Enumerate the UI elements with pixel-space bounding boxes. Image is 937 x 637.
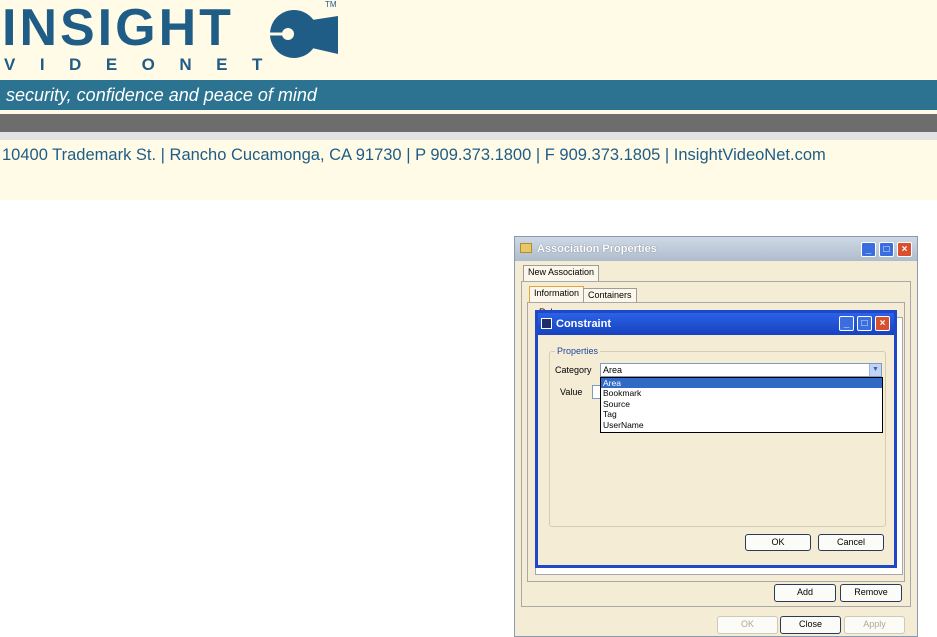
dropdown-option[interactable]: UserName — [601, 420, 882, 430]
contact-address: 10400 Trademark St. | Rancho Cucamonga, … — [2, 146, 826, 164]
tab-information[interactable]: Information — [529, 286, 585, 302]
window-titlebar[interactable]: Association Properties _ □ × — [515, 237, 917, 261]
cancel-button[interactable]: Cancel — [818, 534, 884, 551]
dialog-titlebar[interactable]: Constraint _ □ × — [538, 313, 894, 335]
divider-band-light — [0, 132, 937, 140]
app-icon — [541, 318, 552, 329]
logo-wordmark: INSIGHT — [2, 0, 234, 57]
category-dropdown-list: Area Bookmark Source Tag UserName — [600, 377, 883, 433]
add-button[interactable]: Add — [774, 584, 836, 602]
close-icon[interactable]: × — [897, 242, 912, 257]
divider-band — [0, 114, 937, 132]
category-label: Category — [555, 365, 592, 375]
tab-containers[interactable]: Containers — [583, 288, 637, 302]
window-title: Association Properties — [537, 243, 657, 255]
value-label: Value — [560, 387, 583, 397]
category-selected-value: Area — [603, 365, 623, 375]
properties-group-label: Properties — [555, 346, 601, 356]
maximize-icon[interactable]: □ — [857, 316, 872, 331]
letterhead: INSIGHT TM VIDEONET security, confidence… — [0, 0, 937, 200]
dropdown-option[interactable]: Tag — [601, 409, 882, 419]
close-button[interactable]: Close — [780, 616, 841, 634]
close-icon[interactable]: × — [875, 316, 890, 331]
remove-button[interactable]: Remove — [840, 584, 902, 602]
tagline: security, confidence and peace of mind — [6, 85, 317, 105]
constraint-dialog: Constraint _ □ × Properties Category Are… — [535, 310, 897, 568]
dialog-title: Constraint — [556, 318, 611, 330]
minimize-icon[interactable]: _ — [861, 242, 876, 257]
chevron-down-icon[interactable]: ▼ — [869, 364, 881, 376]
logo-subtitle: VIDEONET — [4, 55, 287, 74]
dropdown-option[interactable]: Source — [601, 399, 882, 409]
ok-button[interactable]: OK — [717, 616, 778, 634]
tab-new-association[interactable]: New Association — [523, 265, 600, 281]
folder-icon — [520, 243, 532, 253]
category-select[interactable]: Area ▼ — [600, 363, 882, 377]
dropdown-option[interactable]: Area — [601, 378, 882, 389]
dropdown-option[interactable]: Bookmark — [601, 388, 882, 398]
apply-button[interactable]: Apply — [844, 616, 905, 634]
logo-trademark: TM — [325, 0, 337, 9]
maximize-icon[interactable]: □ — [879, 242, 894, 257]
minimize-icon[interactable]: _ — [839, 316, 854, 331]
ok-button[interactable]: OK — [745, 534, 811, 551]
